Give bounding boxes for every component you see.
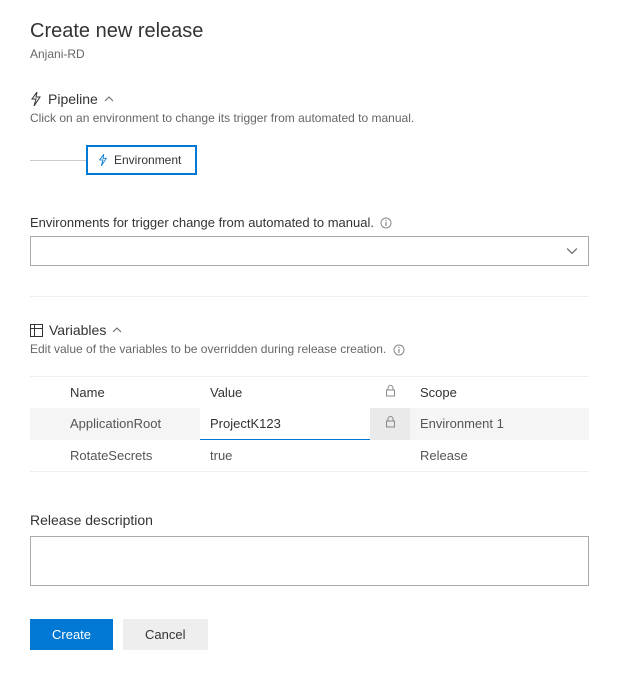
cancel-button[interactable]: Cancel	[123, 619, 207, 650]
environment-box-label: Environment	[114, 153, 181, 167]
chevron-down-icon	[566, 245, 578, 257]
lock-icon	[385, 385, 396, 397]
table-row[interactable]: RotateSecrets true Release	[30, 440, 589, 472]
var-lock-cell[interactable]	[370, 408, 410, 440]
pipeline-description: Click on an environment to change its tr…	[30, 111, 589, 125]
var-scope-cell[interactable]: Environment 1	[410, 408, 589, 440]
var-value-cell[interactable]: ProjectK123	[200, 408, 370, 440]
pipeline-diagram: Environment	[30, 145, 589, 175]
create-button[interactable]: Create	[30, 619, 113, 650]
var-lock-cell[interactable]	[370, 440, 410, 472]
pipeline-title: Pipeline	[48, 91, 98, 107]
variables-description: Edit value of the variables to be overri…	[30, 342, 589, 356]
variables-section-toggle[interactable]: Variables	[30, 322, 589, 338]
variables-title: Variables	[49, 322, 106, 338]
trigger-dropdown[interactable]	[30, 236, 589, 266]
page-subtitle: Anjani-RD	[30, 47, 589, 61]
pipeline-section-toggle[interactable]: Pipeline	[30, 91, 589, 107]
col-lock[interactable]	[370, 377, 410, 409]
col-name[interactable]: Name	[30, 377, 200, 409]
button-row: Create Cancel	[30, 619, 589, 650]
release-description-label: Release description	[30, 512, 589, 528]
grid-icon	[30, 324, 43, 337]
variables-desc-text: Edit value of the variables to be overri…	[30, 342, 386, 356]
col-value[interactable]: Value	[200, 377, 370, 409]
lock-icon	[385, 416, 396, 428]
table-header-row: Name Value Scope	[30, 377, 589, 409]
var-scope-cell[interactable]: Release	[410, 440, 589, 472]
var-value-cell[interactable]: true	[200, 440, 370, 472]
var-name-cell[interactable]: RotateSecrets	[30, 440, 200, 472]
chevron-up-icon	[112, 325, 122, 335]
table-row[interactable]: ApplicationRoot ProjectK123 Environment …	[30, 408, 589, 440]
release-description-input[interactable]	[30, 536, 589, 586]
lightning-icon	[98, 154, 108, 166]
pipeline-connector	[30, 160, 86, 161]
info-icon[interactable]	[393, 344, 405, 356]
trigger-label: Environments for trigger change from aut…	[30, 215, 589, 230]
divider	[30, 296, 589, 297]
chevron-up-icon	[104, 94, 114, 104]
var-name-cell[interactable]: ApplicationRoot	[30, 408, 200, 440]
info-icon[interactable]	[380, 217, 392, 229]
variables-table: Name Value Scope ApplicationRoot Project…	[30, 376, 589, 472]
lightning-icon	[30, 92, 42, 106]
pipeline-environment-box[interactable]: Environment	[86, 145, 197, 175]
trigger-label-text: Environments for trigger change from aut…	[30, 215, 374, 230]
page-title: Create new release	[30, 20, 589, 43]
col-scope[interactable]: Scope	[410, 377, 589, 409]
